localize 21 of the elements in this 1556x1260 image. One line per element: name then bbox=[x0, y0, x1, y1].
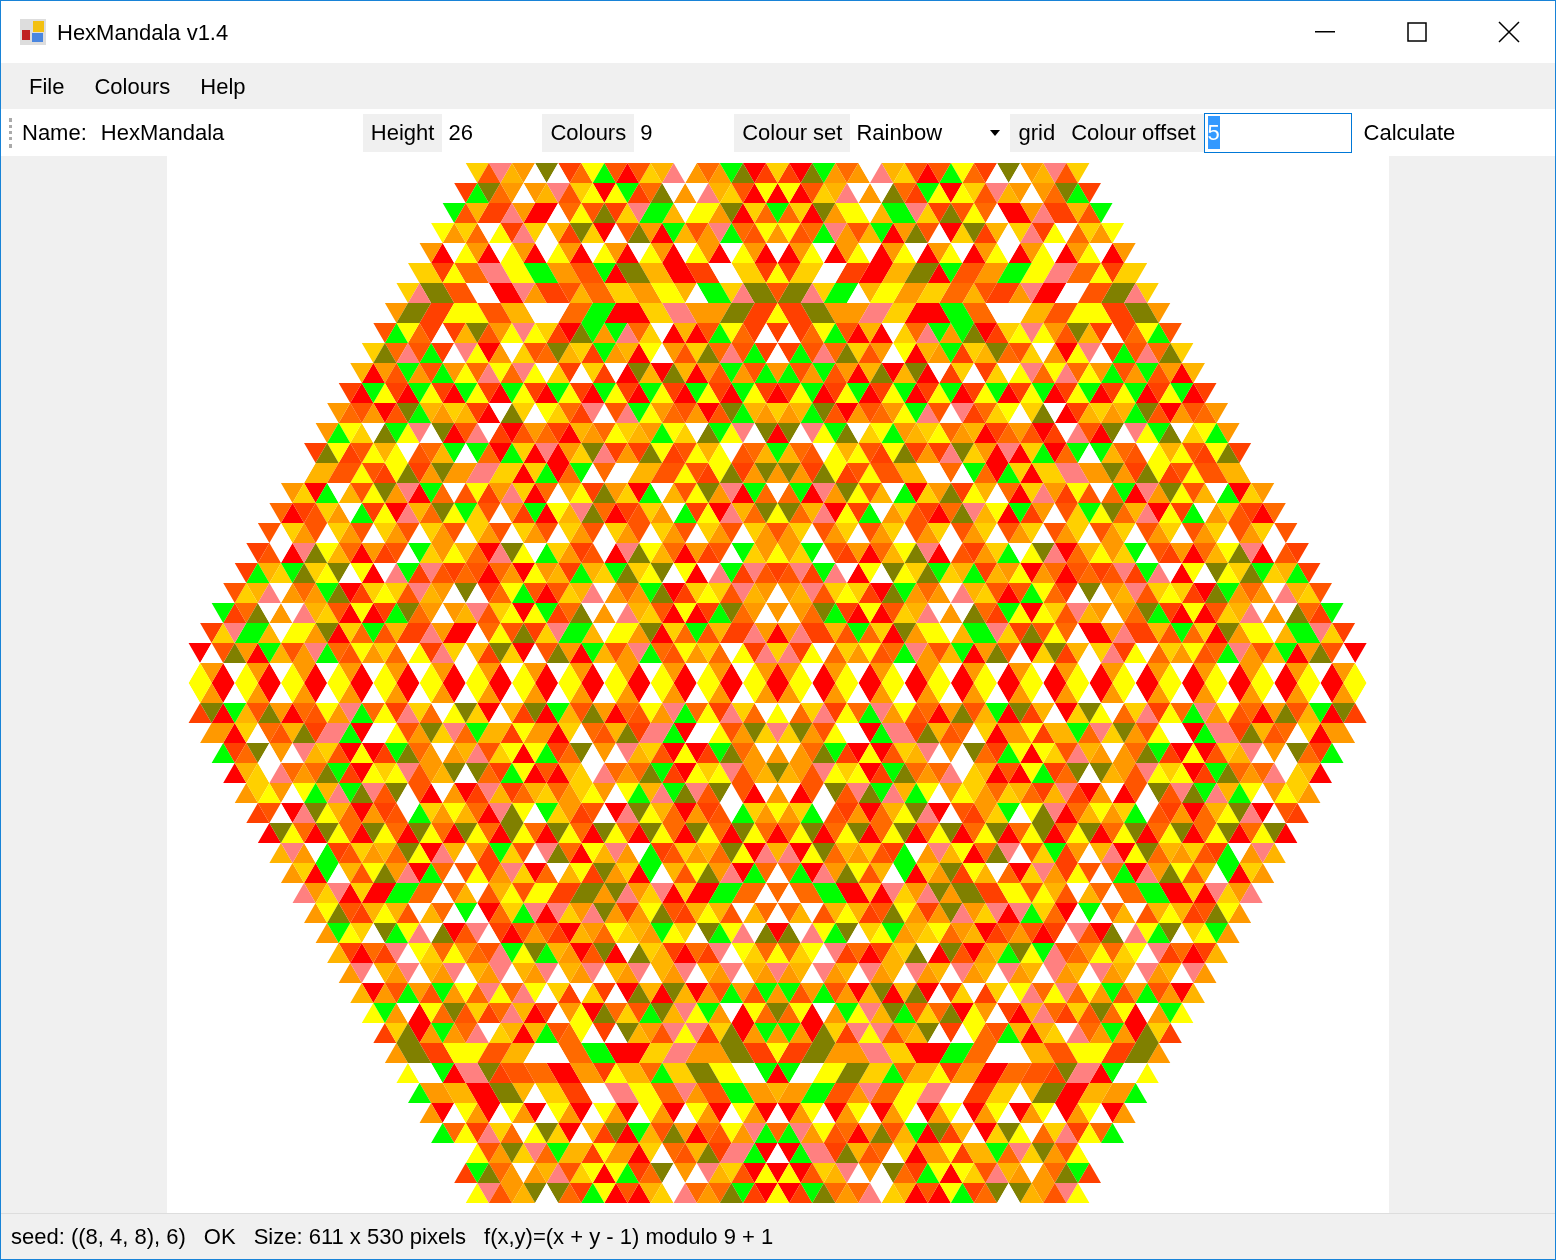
status-text: f(x,y)=(x + y - 1) modulo 9 + 1 bbox=[484, 1223, 774, 1251]
colours-label: Colours bbox=[542, 113, 635, 152]
height-label: Height bbox=[362, 113, 443, 152]
status-text: seed: ((8, 4, 8), 6) bbox=[11, 1223, 186, 1251]
menu-item[interactable]: Help bbox=[186, 63, 260, 109]
dropdown-caret-icon bbox=[990, 129, 1001, 136]
menu-item[interactable]: Colours bbox=[80, 63, 185, 109]
grid-button[interactable]: grid bbox=[1010, 113, 1064, 152]
name-label: Name: bbox=[21, 119, 88, 147]
toolbar-grip bbox=[9, 117, 12, 148]
calculate-button[interactable]: Calculate bbox=[1351, 113, 1468, 152]
window-title: HexMandala v1.4 bbox=[57, 18, 229, 47]
minimize-icon bbox=[1315, 31, 1335, 33]
close-icon bbox=[1498, 21, 1520, 43]
app-icon bbox=[19, 18, 47, 46]
colour-set-label: Colour set bbox=[734, 113, 851, 152]
maximize-icon bbox=[1407, 22, 1427, 42]
colour-offset-label: Colour offset bbox=[1063, 113, 1204, 152]
menu-item[interactable]: File bbox=[15, 63, 79, 109]
status-text: Size: 611 x 530 pixels bbox=[253, 1223, 467, 1251]
status-text: OK bbox=[203, 1223, 236, 1251]
